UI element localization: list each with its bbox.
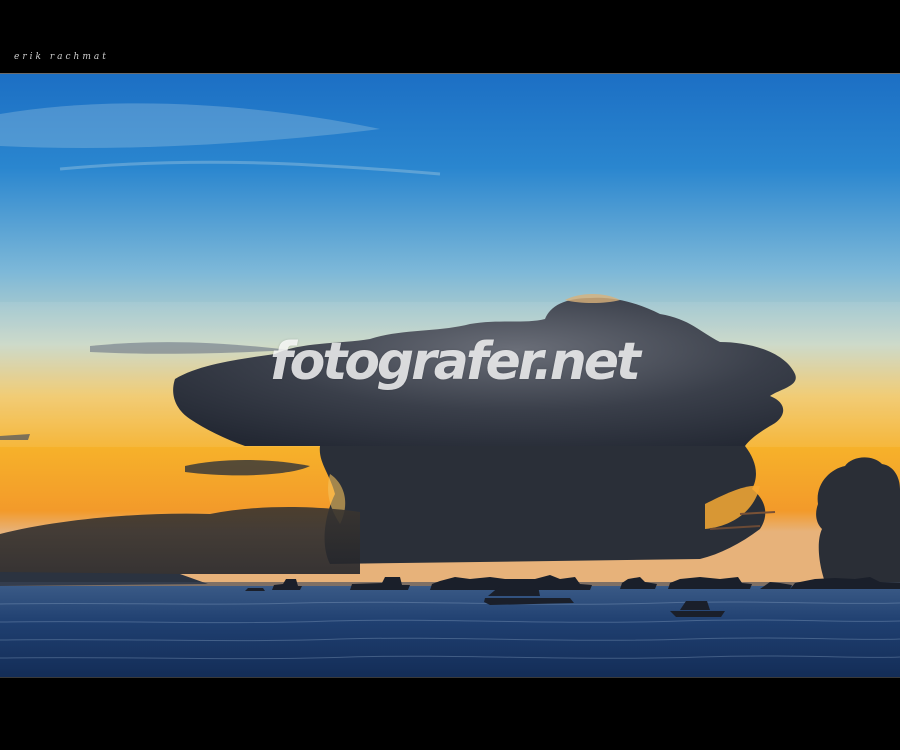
photo-page: erik rachmat fotografer.net (0, 0, 900, 750)
photographer-signature: erik rachmat (14, 52, 109, 62)
sunset-photo: fotografer.net (0, 73, 900, 678)
site-watermark: fotografer.net (270, 332, 641, 392)
